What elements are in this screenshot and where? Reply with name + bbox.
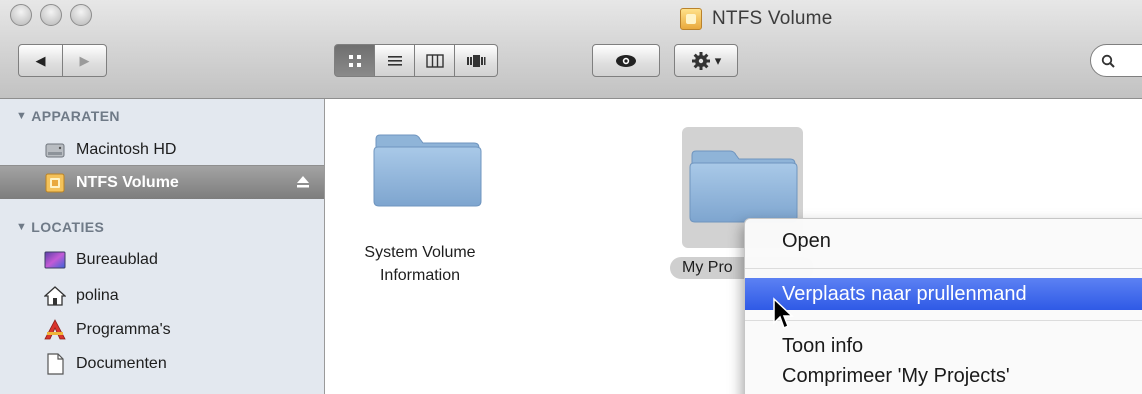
hard-drive-icon xyxy=(45,143,65,158)
navigation-buttons: ◀ ▶ xyxy=(18,44,107,77)
file-name-line: System Volume xyxy=(364,244,476,261)
sidebar-item-label: Programma's xyxy=(76,321,171,338)
disclosure-triangle-icon: ▼ xyxy=(16,110,28,122)
context-menu: Open Verplaats naar prullenmand Toon inf… xyxy=(744,218,1142,394)
section-label: LOCATIES xyxy=(31,219,105,235)
view-mode-control xyxy=(334,44,498,77)
zoom-window-button[interactable] xyxy=(70,4,92,26)
folder-icon xyxy=(689,150,798,223)
close-window-button[interactable] xyxy=(10,4,32,26)
window-title-text: NTFS Volume xyxy=(712,8,833,29)
file-name-label: System Volume Information xyxy=(345,241,495,287)
disclosure-triangle-icon: ▼ xyxy=(16,221,28,233)
applications-icon xyxy=(44,319,66,340)
menu-item-compress[interactable]: Comprimeer 'My Projects' xyxy=(745,360,1142,392)
minimize-window-button[interactable] xyxy=(40,4,62,26)
sidebar-item-programmas[interactable]: Programma's xyxy=(0,313,324,347)
menu-item-move-to-trash[interactable]: Verplaats naar prullenmand xyxy=(745,278,1142,310)
back-arrow-icon: ◀ xyxy=(35,52,46,68)
ntfs-drive-icon xyxy=(45,173,65,192)
documents-icon xyxy=(47,353,64,375)
search-icon xyxy=(1101,54,1115,68)
sidebar-item-ntfs-volume[interactable]: NTFS Volume xyxy=(0,165,324,199)
sidebar-item-bureaublad[interactable]: Bureaublad xyxy=(0,243,324,277)
title-toolbar: NTFS Volume ◀ ▶ ▾ xyxy=(0,0,1142,99)
menu-item-open[interactable]: Open xyxy=(745,225,1142,257)
sidebar-item-label: Bureaublad xyxy=(76,251,158,268)
menu-item-get-info[interactable]: Toon info xyxy=(745,330,1142,362)
home-icon xyxy=(44,286,66,306)
desktop-icon xyxy=(44,251,66,269)
sidebar-item-label: Macintosh HD xyxy=(76,141,177,158)
menu-separator xyxy=(745,320,1142,321)
gear-icon xyxy=(691,51,710,70)
sidebar-section-apparaten[interactable]: ▼ APPARATEN xyxy=(16,105,120,127)
column-view-icon xyxy=(425,53,444,68)
sidebar-section-locaties[interactable]: ▼ LOCATIES xyxy=(16,216,104,238)
chevron-down-icon: ▾ xyxy=(714,52,722,68)
eject-icon[interactable] xyxy=(296,175,310,189)
window-title: NTFS Volume xyxy=(680,5,832,33)
section-label: APPARATEN xyxy=(31,108,120,124)
search-field[interactable] xyxy=(1090,44,1142,77)
icon-view-button[interactable] xyxy=(334,44,375,77)
drive-icon xyxy=(680,8,702,30)
sidebar-item-documenten[interactable]: Documenten xyxy=(0,347,324,381)
finder-window: NTFS Volume ◀ ▶ ▾ ▼ APPARATEN Macintosh … xyxy=(0,0,1142,394)
back-button[interactable]: ◀ xyxy=(18,44,63,77)
coverflow-view-button[interactable] xyxy=(455,44,498,77)
action-menu-button[interactable]: ▾ xyxy=(674,44,738,77)
sidebar-item-label: NTFS Volume xyxy=(76,173,179,191)
sidebar-item-label: Documenten xyxy=(76,355,167,372)
coverflow-view-icon xyxy=(467,54,486,67)
folder-system-volume-information[interactable]: System Volume Information xyxy=(345,129,495,289)
sidebar-item-macintosh-hd[interactable]: Macintosh HD xyxy=(0,133,324,167)
icon-view-icon xyxy=(348,54,361,67)
sidebar: ▼ APPARATEN Macintosh HD NTFS Volume ▼ L… xyxy=(0,99,325,394)
sidebar-item-polina[interactable]: polina xyxy=(0,279,324,313)
file-name-line: Information xyxy=(379,267,461,284)
column-view-button[interactable] xyxy=(415,44,455,77)
menu-separator xyxy=(745,268,1142,269)
eye-icon xyxy=(616,54,636,67)
quicklook-button[interactable] xyxy=(592,44,660,77)
sidebar-item-label: polina xyxy=(76,287,119,304)
list-view-icon xyxy=(387,55,402,66)
forward-button[interactable]: ▶ xyxy=(63,44,107,77)
list-view-button[interactable] xyxy=(375,44,415,77)
forward-arrow-icon: ▶ xyxy=(79,52,90,68)
mouse-pointer-icon xyxy=(773,297,794,330)
folder-icon xyxy=(373,134,482,207)
